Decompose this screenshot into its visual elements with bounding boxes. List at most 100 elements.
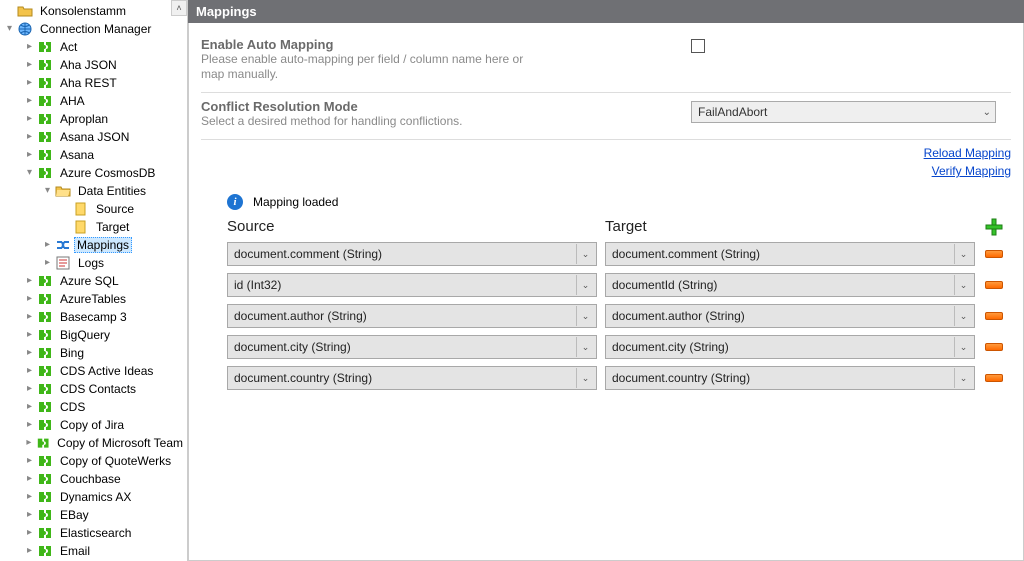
mapping-source-dropdown[interactable]: document.comment (String) ⌄: [227, 242, 597, 266]
mapping-source-dropdown[interactable]: id (Int32) ⌄: [227, 273, 597, 297]
chevron-down-icon: ⌄: [576, 244, 594, 264]
dropdown-value: document.country (String): [234, 371, 372, 385]
expander-icon[interactable]: ▸: [24, 114, 35, 125]
document-icon: [73, 201, 89, 217]
tree-item[interactable]: ▸ Aha JSON: [2, 56, 187, 74]
mapping-target-dropdown[interactable]: documentId (String) ⌄: [605, 273, 975, 297]
puzzle-icon: [37, 309, 53, 325]
conflict-desc: Select a desired method for handling con…: [201, 114, 541, 129]
auto-mapping-checkbox[interactable]: [691, 39, 705, 53]
tree-item[interactable]: ▸ Basecamp 3: [2, 308, 187, 326]
mapping-target-dropdown[interactable]: document.country (String) ⌄: [605, 366, 975, 390]
chevron-down-icon: ⌄: [576, 368, 594, 388]
tree-item[interactable]: ▸ BigQuery: [2, 326, 187, 344]
expander-icon[interactable]: ▸: [24, 348, 35, 359]
tree-item[interactable]: ▸ Copy of Microsoft Team: [2, 434, 187, 452]
dropdown-value: document.city (String): [612, 340, 729, 354]
expander-icon[interactable]: ▸: [24, 42, 35, 53]
tree-item[interactable]: ▸ Asana: [2, 146, 187, 164]
mapping-source-dropdown[interactable]: document.country (String) ⌄: [227, 366, 597, 390]
expander-icon[interactable]: ▸: [24, 276, 35, 287]
puzzle-icon: [37, 129, 53, 145]
mapping-target-dropdown[interactable]: document.comment (String) ⌄: [605, 242, 975, 266]
tree-mappings[interactable]: ▸ Mappings: [2, 236, 187, 254]
tree-item[interactable]: ▸ Act: [2, 38, 187, 56]
tree-item[interactable]: ▸ CDS Active Ideas: [2, 362, 187, 380]
tree-item[interactable]: ▸ Copy of QuoteWerks: [2, 452, 187, 470]
tree-data-entities[interactable]: ▾ Data Entities: [2, 182, 187, 200]
tree-label: Data Entities: [74, 183, 150, 199]
expander-icon[interactable]: ▸: [24, 510, 35, 521]
expander-icon[interactable]: ▸: [24, 330, 35, 341]
tree-label: CDS: [56, 399, 89, 415]
delete-mapping-button[interactable]: [983, 278, 1005, 292]
chevron-down-icon: ⌄: [954, 368, 972, 388]
expander-icon[interactable]: ▸: [24, 456, 35, 467]
tree-item[interactable]: ▸ Copy of Jira: [2, 416, 187, 434]
puzzle-icon: [37, 507, 53, 523]
chevron-down-icon: ⌄: [576, 337, 594, 357]
puzzle-icon: [37, 273, 53, 289]
expander-icon[interactable]: ▸: [24, 384, 35, 395]
tree-item[interactable]: ▸ EBay: [2, 506, 187, 524]
tree-item[interactable]: ▸ Bing: [2, 344, 187, 362]
mapping-source-dropdown[interactable]: document.author (String) ⌄: [227, 304, 597, 328]
mapping-source-dropdown[interactable]: document.city (String) ⌄: [227, 335, 597, 359]
folder-open-icon: [55, 183, 71, 199]
tree-item[interactable]: ▸ Aha REST: [2, 74, 187, 92]
expander-icon[interactable]: ▸: [24, 474, 35, 485]
tree-target[interactable]: ▸ Target: [2, 218, 187, 236]
delete-mapping-button[interactable]: [983, 371, 1005, 385]
expander-icon[interactable]: ▾: [4, 24, 15, 35]
expander-icon[interactable]: ▸: [24, 528, 35, 539]
tree-item[interactable]: ▸ Email: [2, 542, 187, 560]
tree-item[interactable]: ▸ Elasticsearch: [2, 524, 187, 542]
tree-connection-manager[interactable]: ▾ Connection Manager: [2, 20, 187, 38]
delete-mapping-button[interactable]: [983, 247, 1005, 261]
conflict-mode-dropdown[interactable]: FailAndAbort ⌄: [691, 101, 996, 123]
tree-item[interactable]: ▸ Azure SQL: [2, 272, 187, 290]
expander-icon[interactable]: ▾: [24, 168, 35, 179]
tree-item[interactable]: ▸ Dynamics AX: [2, 488, 187, 506]
globe-icon: [17, 21, 33, 37]
expander-icon[interactable]: ▸: [24, 438, 34, 449]
expander-icon[interactable]: ▸: [24, 492, 35, 503]
reload-mapping-link[interactable]: Reload Mapping: [201, 146, 1011, 160]
tree-item[interactable]: ▸ AHA: [2, 92, 187, 110]
expander-icon[interactable]: ▾: [42, 186, 53, 197]
dropdown-value: document.city (String): [234, 340, 351, 354]
tree-source[interactable]: ▸ Source: [2, 200, 187, 218]
dropdown-value: FailAndAbort: [698, 105, 767, 119]
puzzle-icon: [37, 165, 53, 181]
expander-icon[interactable]: ▸: [24, 312, 35, 323]
expander-icon[interactable]: ▸: [24, 78, 35, 89]
tree-root[interactable]: ▸ Konsolenstamm: [2, 2, 187, 20]
expander-icon[interactable]: ▸: [24, 366, 35, 377]
expander-icon[interactable]: ▸: [24, 60, 35, 71]
expander-icon[interactable]: ▸: [24, 132, 35, 143]
verify-mapping-link[interactable]: Verify Mapping: [201, 164, 1011, 178]
delete-mapping-button[interactable]: [983, 340, 1005, 354]
tree-item[interactable]: ▸ CDS Contacts: [2, 380, 187, 398]
tree-item[interactable]: ▸ AzureTables: [2, 290, 187, 308]
expander-icon[interactable]: ▸: [42, 240, 53, 251]
tree-logs[interactable]: ▸ Logs: [2, 254, 187, 272]
expander-icon[interactable]: ▸: [24, 402, 35, 413]
tree-item[interactable]: ▸ Aproplan: [2, 110, 187, 128]
expander-icon[interactable]: ▸: [24, 420, 35, 431]
document-icon: [73, 219, 89, 235]
delete-mapping-button[interactable]: [983, 309, 1005, 323]
expander-icon[interactable]: ▸: [24, 294, 35, 305]
expander-icon[interactable]: ▸: [24, 150, 35, 161]
mapping-target-dropdown[interactable]: document.city (String) ⌄: [605, 335, 975, 359]
tree-azure-cosmosdb[interactable]: ▾ Azure CosmosDB: [2, 164, 187, 182]
tree-item[interactable]: ▸ CDS: [2, 398, 187, 416]
expander-icon[interactable]: ▸: [24, 96, 35, 107]
tree-item[interactable]: ▸ Couchbase: [2, 470, 187, 488]
mapping-target-dropdown[interactable]: document.author (String) ⌄: [605, 304, 975, 328]
tree-item[interactable]: ▸ Asana JSON: [2, 128, 187, 146]
add-mapping-button[interactable]: [983, 220, 1005, 234]
expander-icon[interactable]: ▸: [42, 258, 53, 269]
scroll-up-button[interactable]: ˄: [171, 0, 187, 16]
expander-icon[interactable]: ▸: [24, 546, 35, 557]
